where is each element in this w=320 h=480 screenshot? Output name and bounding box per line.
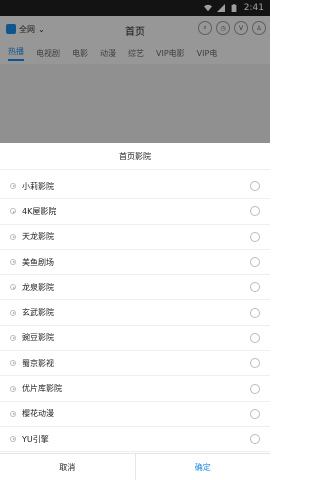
chevron-right-icon bbox=[10, 410, 16, 417]
list-item[interactable]: 优片库影院 bbox=[0, 376, 270, 402]
radio-button[interactable] bbox=[250, 257, 260, 268]
radio-button[interactable] bbox=[250, 307, 260, 318]
confirm-button[interactable]: 确定 bbox=[136, 454, 271, 480]
source-picker-dialog: 首页影院 小莉影院 4K屋影院 天龙影院 美鱼剧场 龙泉影院 玄武影院 豌豆影院… bbox=[0, 143, 270, 480]
list-item[interactable]: 蜀京影视 bbox=[0, 351, 270, 377]
list-item[interactable]: YU引擎 bbox=[0, 427, 270, 453]
list-item-label: 4K屋影院 bbox=[22, 206, 57, 216]
list-item-label: 樱花动漫 bbox=[22, 409, 54, 419]
list-item-label: 豌豆影院 bbox=[22, 333, 54, 343]
list-item[interactable]: 4K屋影院 bbox=[0, 199, 270, 225]
chevron-right-icon bbox=[10, 309, 16, 316]
radio-button[interactable] bbox=[250, 332, 260, 343]
radio-button[interactable] bbox=[250, 358, 260, 369]
list-item[interactable]: 天龙影院 bbox=[0, 225, 270, 250]
source-list: 小莉影院 4K屋影院 天龙影院 美鱼剧场 龙泉影院 玄武影院 豌豆影院 蜀京影视… bbox=[0, 174, 270, 453]
chevron-right-icon bbox=[10, 233, 16, 240]
radio-button[interactable] bbox=[250, 282, 260, 293]
cancel-button[interactable]: 取消 bbox=[0, 454, 136, 480]
radio-button[interactable] bbox=[250, 434, 260, 445]
chevron-right-icon bbox=[10, 259, 16, 266]
list-item[interactable]: 美鱼剧场 bbox=[0, 250, 270, 276]
chevron-right-icon bbox=[10, 208, 16, 215]
chevron-right-icon bbox=[10, 284, 16, 291]
list-item-label: 小莉影院 bbox=[22, 181, 54, 191]
radio-button[interactable] bbox=[250, 206, 260, 217]
radio-button[interactable] bbox=[250, 231, 260, 242]
list-item[interactable]: 樱花动漫 bbox=[0, 402, 270, 427]
radio-button[interactable] bbox=[250, 383, 260, 394]
list-item-label: 优片库影院 bbox=[22, 384, 62, 394]
list-item-label: 蜀京影视 bbox=[22, 358, 54, 368]
list-item-label: 美鱼剧场 bbox=[22, 257, 54, 267]
radio-button[interactable] bbox=[250, 408, 260, 419]
dialog-footer: 取消 确定 bbox=[0, 453, 270, 480]
chevron-right-icon bbox=[10, 360, 16, 367]
chevron-right-icon bbox=[10, 436, 16, 443]
radio-button[interactable] bbox=[250, 181, 260, 192]
list-item-label: 龙泉影院 bbox=[22, 282, 54, 292]
list-item[interactable]: 小莉影院 bbox=[0, 174, 270, 200]
list-item-label: YU引擎 bbox=[22, 434, 49, 444]
list-item[interactable]: 玄武影院 bbox=[0, 300, 270, 326]
list-item-label: 玄武影院 bbox=[22, 308, 54, 318]
chevron-right-icon bbox=[10, 334, 16, 341]
list-item[interactable]: 豌豆影院 bbox=[0, 326, 270, 352]
list-item[interactable]: 龙泉影院 bbox=[0, 275, 270, 301]
chevron-right-icon bbox=[10, 385, 16, 392]
chevron-right-icon bbox=[10, 183, 16, 190]
dialog-title: 首页影院 bbox=[0, 143, 270, 170]
list-item-label: 天龙影院 bbox=[22, 232, 54, 242]
